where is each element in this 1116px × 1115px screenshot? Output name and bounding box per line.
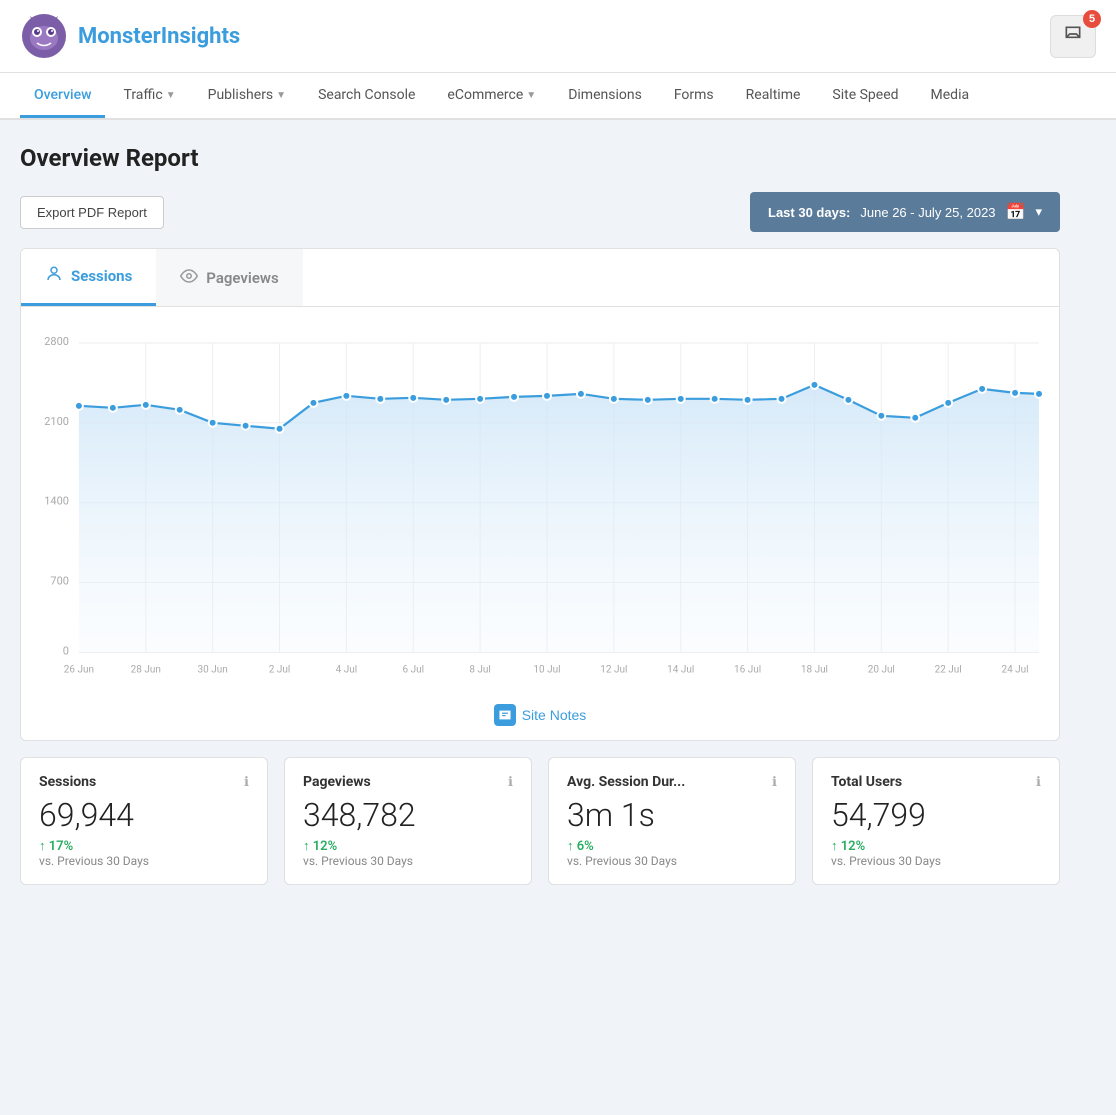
chevron-down-icon: ▼ xyxy=(166,90,176,101)
stat-pageviews-title: Pageviews xyxy=(303,774,371,790)
stat-card-sessions: Sessions ℹ 69,944 ↑ 17% vs. Previous 30 … xyxy=(20,757,268,885)
nav-item-publishers[interactable]: Publishers ▼ xyxy=(194,73,300,118)
stat-card-pageviews: Pageviews ℹ 348,782 ↑ 12% vs. Previous 3… xyxy=(284,757,532,885)
nav-item-realtime[interactable]: Realtime xyxy=(732,73,815,118)
stat-sessions-change: ↑ 17% xyxy=(39,838,249,854)
date-range-button[interactable]: Last 30 days: June 26 - July 25, 2023 📅 … xyxy=(750,192,1060,232)
stat-sessions-value: 69,944 xyxy=(39,796,249,834)
monster-logo-icon xyxy=(20,12,68,60)
svg-text:16 Jul: 16 Jul xyxy=(734,664,761,675)
svg-text:6 Jul: 6 Jul xyxy=(403,664,425,675)
tab-pageviews-label: Pageviews xyxy=(206,269,278,287)
svg-text:24 Jul: 24 Jul xyxy=(1002,664,1029,675)
export-pdf-button[interactable]: Export PDF Report xyxy=(20,196,164,229)
logo-area: MonsterInsights xyxy=(20,12,240,60)
svg-text:30 Jun: 30 Jun xyxy=(198,664,228,675)
calendar-icon: 📅 xyxy=(1006,202,1026,222)
nav-item-media[interactable]: Media xyxy=(917,73,984,118)
date-range-label: Last 30 days: xyxy=(768,205,850,220)
svg-text:1400: 1400 xyxy=(44,495,69,508)
stat-total-users-change: ↑ 12% xyxy=(831,838,1041,854)
svg-text:26 Jun: 26 Jun xyxy=(64,664,94,675)
svg-text:8 Jul: 8 Jul xyxy=(469,664,491,675)
chevron-down-icon: ▼ xyxy=(526,90,536,101)
notification-button[interactable]: 5 xyxy=(1050,15,1096,58)
stat-sessions-info-icon[interactable]: ℹ xyxy=(244,775,249,790)
svg-text:0: 0 xyxy=(63,644,69,657)
nav-item-traffic[interactable]: Traffic ▼ xyxy=(109,73,189,118)
notification-badge: 5 xyxy=(1083,10,1101,28)
svg-text:14 Jul: 14 Jul xyxy=(667,664,694,675)
stat-total-users-info-icon[interactable]: ℹ xyxy=(1036,775,1041,790)
sessions-chart: 2800 2100 1400 700 0 xyxy=(31,317,1049,686)
stat-total-users-value: 54,799 xyxy=(831,796,1041,834)
svg-text:700: 700 xyxy=(50,574,69,587)
stat-total-users-title: Total Users xyxy=(831,774,902,790)
stat-total-users-period: vs. Previous 30 Days xyxy=(831,854,1041,868)
brand-name: MonsterInsights xyxy=(78,24,240,49)
svg-text:2100: 2100 xyxy=(44,415,69,428)
stat-pageviews-value: 348,782 xyxy=(303,796,513,834)
main-nav: Overview Traffic ▼ Publishers ▼ Search C… xyxy=(0,73,1116,120)
date-range-value: June 26 - July 25, 2023 xyxy=(860,205,995,220)
site-notes-label: Site Notes xyxy=(522,707,587,723)
site-notes-row: Site Notes xyxy=(21,690,1059,740)
tab-sessions-label: Sessions xyxy=(71,267,132,285)
chart-card: Sessions Pageviews 2800 2100 1400 700 0 xyxy=(20,248,1060,741)
stat-avg-session-value: 3m 1s xyxy=(567,796,777,834)
nav-item-search-console[interactable]: Search Console xyxy=(304,73,429,118)
site-notes-icon xyxy=(494,704,516,726)
stat-pageviews-info-icon[interactable]: ℹ xyxy=(508,775,513,790)
tab-sessions[interactable]: Sessions xyxy=(21,249,156,306)
stat-card-total-users: Total Users ℹ 54,799 ↑ 12% vs. Previous … xyxy=(812,757,1060,885)
stat-pageviews-period: vs. Previous 30 Days xyxy=(303,854,513,868)
page-title: Overview Report xyxy=(20,144,1060,172)
nav-item-forms[interactable]: Forms xyxy=(660,73,728,118)
stat-avg-session-period: vs. Previous 30 Days xyxy=(567,854,777,868)
nav-item-dimensions[interactable]: Dimensions xyxy=(554,73,656,118)
stat-avg-session-info-icon[interactable]: ℹ xyxy=(772,775,777,790)
stat-pageviews-change: ↑ 12% xyxy=(303,838,513,854)
chevron-down-icon: ▼ xyxy=(276,90,286,101)
eye-icon xyxy=(180,267,198,289)
svg-text:28 Jun: 28 Jun xyxy=(131,664,161,675)
stat-avg-session-change: ↑ 6% xyxy=(567,838,777,854)
svg-text:10 Jul: 10 Jul xyxy=(533,664,560,675)
person-icon xyxy=(45,265,63,287)
dropdown-arrow: ▾ xyxy=(1035,204,1042,220)
svg-text:22 Jul: 22 Jul xyxy=(935,664,962,675)
svg-text:12 Jul: 12 Jul xyxy=(600,664,627,675)
nav-item-ecommerce[interactable]: eCommerce ▼ xyxy=(433,73,550,118)
stats-row: Sessions ℹ 69,944 ↑ 17% vs. Previous 30 … xyxy=(20,757,1060,885)
nav-item-site-speed[interactable]: Site Speed xyxy=(818,73,912,118)
chart-area: 2800 2100 1400 700 0 xyxy=(21,307,1059,690)
chart-tabs: Sessions Pageviews xyxy=(21,249,1059,307)
inbox-icon xyxy=(1063,24,1083,44)
stat-sessions-period: vs. Previous 30 Days xyxy=(39,854,249,868)
svg-text:4 Jul: 4 Jul xyxy=(336,664,358,675)
stat-avg-session-title: Avg. Session Dur... xyxy=(567,774,685,790)
toolbar: Export PDF Report Last 30 days: June 26 … xyxy=(20,192,1060,232)
nav-item-overview[interactable]: Overview xyxy=(20,73,105,118)
svg-text:18 Jul: 18 Jul xyxy=(801,664,828,675)
main-content: Overview Report Export PDF Report Last 3… xyxy=(0,120,1080,909)
stat-card-avg-session: Avg. Session Dur... ℹ 3m 1s ↑ 6% vs. Pre… xyxy=(548,757,796,885)
tab-pageviews[interactable]: Pageviews xyxy=(156,249,302,306)
svg-text:20 Jul: 20 Jul xyxy=(868,664,895,675)
svg-text:2 Jul: 2 Jul xyxy=(269,664,290,675)
stat-sessions-title: Sessions xyxy=(39,774,96,790)
svg-text:2800: 2800 xyxy=(44,335,69,348)
site-notes-button[interactable]: Site Notes xyxy=(494,704,587,726)
header: MonsterInsights 5 xyxy=(0,0,1116,73)
